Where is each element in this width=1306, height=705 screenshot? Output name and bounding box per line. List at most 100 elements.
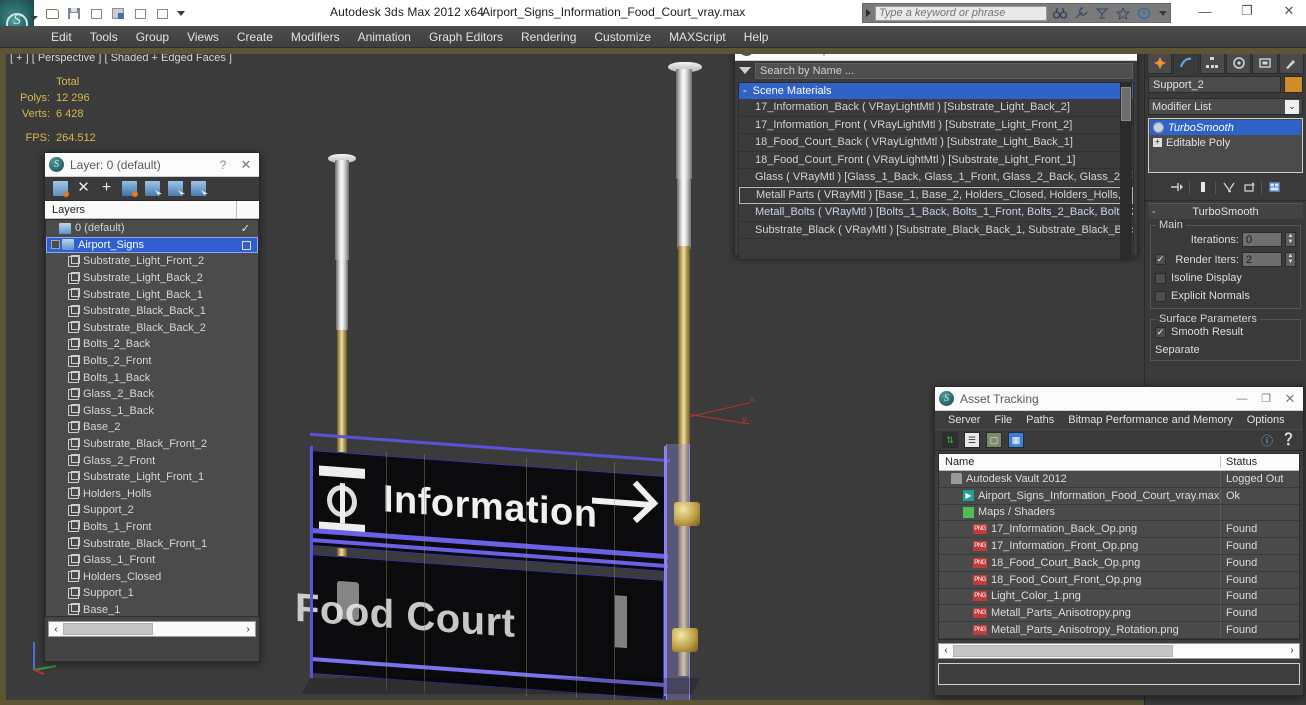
help-icon[interactable]: ? — [1135, 5, 1152, 21]
explicit-normals-row[interactable]: Explicit Normals — [1155, 290, 1296, 302]
chevron-right-icon[interactable] — [866, 9, 871, 17]
smooth-result-row[interactable]: ✓ Smooth Result — [1155, 326, 1296, 338]
motion-tab[interactable] — [1225, 51, 1252, 74]
asset-table-row[interactable]: PNG 17_Information_Back_Op.png Found — [939, 521, 1299, 539]
scroll-right-icon[interactable]: › — [1285, 645, 1299, 656]
asset-table-row[interactable]: PNG Metall_Parts_Anisotropy_Rotation.png F… — [939, 622, 1299, 639]
material-row[interactable]: 18_Food_Court_Back ( VRayLightMtl ) [Sub… — [739, 134, 1133, 152]
object-name-field[interactable]: Support_2 — [1148, 76, 1281, 93]
redo-icon[interactable] — [130, 4, 150, 23]
grid-view-icon[interactable]: ▦ — [1008, 432, 1024, 448]
modifier-list-dropdown[interactable]: Modifier List ⌄ — [1148, 98, 1303, 115]
close-button[interactable]: ✕ — [1278, 2, 1300, 20]
scroll-right-icon[interactable]: › — [241, 624, 255, 635]
layer-row[interactable]: Glass_2_Back — [46, 386, 258, 403]
list-view-icon[interactable]: ☰ — [964, 432, 980, 448]
minimize-icon[interactable]: — — [1233, 390, 1251, 408]
iterations-field[interactable]: 0 — [1242, 232, 1282, 247]
asset-menu-file[interactable]: File — [987, 414, 1019, 426]
select-highlighted-objects-icon[interactable] — [145, 181, 160, 196]
layer-row[interactable]: Substrate_Light_Front_2 — [46, 253, 258, 270]
make-unique-icon[interactable] — [1221, 180, 1236, 195]
maximize-button[interactable]: ❐ — [1236, 2, 1258, 20]
scrollbar-thumb[interactable] — [63, 623, 153, 635]
smooth-result-checkbox[interactable]: ✓ — [1155, 326, 1166, 338]
open-file-icon[interactable] — [42, 4, 62, 23]
layer-row[interactable]: Base_2 — [46, 419, 258, 436]
material-group-scene-materials[interactable]: - Scene Materials — [739, 83, 1133, 99]
asset-horizontal-scrollbar[interactable]: ‹ › — [938, 642, 1300, 659]
asset-table-row[interactable]: ▶ Airport_Signs_Information_Food_Court_vr… — [939, 487, 1299, 505]
search-input[interactable] — [875, 5, 1047, 21]
thumbnail-view-icon[interactable]: ▢ — [986, 432, 1002, 448]
layer-row[interactable]: Glass_2_Front — [46, 452, 258, 469]
asset-table-row[interactable]: Autodesk Vault 2012 Logged Out — [939, 471, 1299, 488]
render-iters-field[interactable]: 2 — [1242, 252, 1282, 267]
add-selection-to-layer-icon[interactable] — [168, 181, 183, 196]
asset-table-row[interactable]: Maps / Shaders — [939, 504, 1299, 522]
asset-table-row[interactable]: PNG 17_Information_Front_Op.png Found — [939, 538, 1299, 555]
asset-menu-bitmap-performance-and-memory[interactable]: Bitmap Performance and Memory — [1061, 414, 1239, 426]
help-chevron-icon[interactable] — [1159, 10, 1167, 16]
scroll-left-icon[interactable]: ‹ — [939, 645, 953, 656]
asset-menu-paths[interactable]: Paths — [1019, 414, 1061, 426]
layer-row[interactable]: Substrate_Light_Back_2 — [46, 270, 258, 287]
remove-modifier-icon[interactable] — [1241, 180, 1256, 195]
save-file-icon[interactable] — [64, 4, 84, 23]
isoline-display-row[interactable]: Isoline Display — [1155, 272, 1296, 284]
star-icon[interactable] — [1114, 5, 1131, 21]
display-tab[interactable] — [1252, 51, 1278, 74]
current-layer-check-icon[interactable]: ✓ — [241, 222, 250, 235]
layer-row[interactable]: Holders_Closed — [46, 568, 258, 585]
menu-item-maxscript[interactable]: MAXScript — [660, 28, 735, 46]
expand-collapse-icon[interactable] — [51, 240, 60, 250]
asset-tracking-dialog[interactable]: S Asset Tracking — ❐ ✕ Server File Paths Bi… — [934, 386, 1304, 696]
iterations-spinner[interactable]: ▲ ▼ — [1285, 232, 1296, 247]
expand-icon[interactable]: + — [1153, 138, 1162, 147]
show-end-result-icon[interactable] — [1195, 180, 1210, 195]
help-icon[interactable]: ? — [215, 158, 231, 172]
material-row[interactable]: Substrate_Black ( VRayMtl ) [Substrate_B… — [739, 222, 1133, 239]
asset-menu-options[interactable]: Options — [1240, 414, 1292, 426]
menu-item-customize[interactable]: Customize — [585, 28, 660, 46]
add-layer-icon[interactable]: + — [99, 180, 114, 196]
undo-icon[interactable] — [86, 4, 106, 23]
maximize-icon[interactable]: ❐ — [1257, 390, 1275, 408]
asset-table-row[interactable]: PNG 18_Food_Court_Back_Op.png Found — [939, 554, 1299, 572]
object-color-swatch[interactable] — [1284, 76, 1303, 93]
layer-dialog[interactable]: S Layer: 0 (default) ? ✕ ✕ + Layers 0 (d… — [44, 152, 260, 662]
material-search-input[interactable]: Search by Name ... — [755, 62, 1133, 79]
layer-list[interactable]: 0 (default) ✓ Airport_Signs Substrate_Light… — [45, 219, 259, 617]
set-current-layer-icon[interactable] — [191, 181, 206, 196]
material-row[interactable]: Metall Parts ( VRayMtl ) [Base_1, Base_2… — [739, 186, 1133, 204]
help-icon[interactable]: ⓘ — [1261, 432, 1273, 449]
menu-item-help[interactable]: Help — [735, 28, 778, 46]
layer-row[interactable]: Substrate_Black_Back_1 — [46, 303, 258, 320]
quick-access-chevron-icon[interactable] — [177, 11, 185, 16]
utilities-tab[interactable] — [1278, 51, 1304, 74]
layer-row[interactable]: Bolts_1_Back — [46, 369, 258, 386]
context-help-icon[interactable]: ❔ — [1281, 432, 1296, 449]
layer-row[interactable]: Base_1 — [46, 602, 258, 616]
chevron-down-icon[interactable]: ⌄ — [1285, 99, 1299, 114]
material-vertical-scrollbar[interactable] — [1120, 83, 1132, 259]
menu-item-edit[interactable]: Edit — [42, 28, 81, 46]
layer-row[interactable]: Glass_1_Back — [46, 403, 258, 420]
material-map-browser[interactable]: S Material/Map Browser ✕ Search by Name … — [734, 36, 1138, 260]
asset-tracking-titlebar[interactable]: S Asset Tracking — ❐ ✕ — [935, 387, 1303, 411]
scroll-left-icon[interactable]: ‹ — [49, 624, 63, 635]
scrollbar-thumb[interactable] — [953, 644, 1173, 657]
set-current-layer-box[interactable] — [242, 240, 251, 250]
isoline-display-checkbox[interactable] — [1155, 272, 1166, 284]
menu-item-rendering[interactable]: Rendering — [512, 28, 585, 46]
modifier-stack-item-turbosmooth[interactable]: TurboSmooth — [1150, 120, 1301, 135]
subscription-icon[interactable] — [1093, 5, 1110, 21]
layer-row[interactable]: Bolts_2_Front — [46, 353, 258, 370]
rollout-collapse-icon[interactable]: - — [1152, 206, 1156, 218]
light-bulb-icon[interactable] — [1153, 122, 1164, 133]
layer-row[interactable]: Substrate_Black_Front_2 — [46, 436, 258, 453]
hierarchy-tab[interactable] — [1199, 51, 1225, 74]
layer-row[interactable]: 0 (default) ✓ — [46, 220, 258, 237]
asset-tracking-table[interactable]: Name Status Autodesk Vault 2012 Logged Ou… — [938, 453, 1300, 640]
new-scene-icon[interactable] — [152, 4, 172, 23]
